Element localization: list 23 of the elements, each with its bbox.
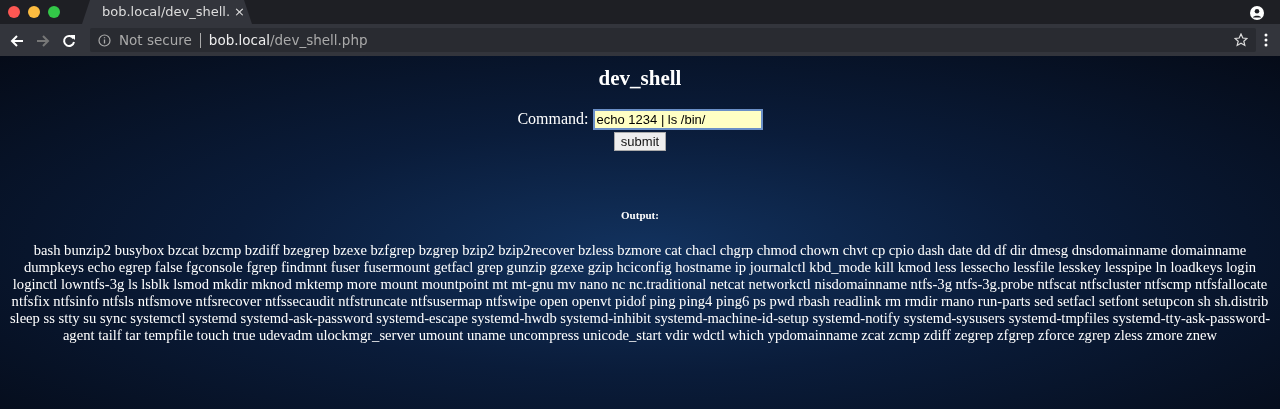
close-window-button[interactable] <box>8 6 20 18</box>
maximize-window-button[interactable] <box>48 6 60 18</box>
close-tab-button[interactable]: × <box>234 2 245 22</box>
page-title: dev_shell <box>598 66 682 90</box>
browser-tab[interactable]: bob.local/dev_shell. × <box>82 0 252 24</box>
menu-icon[interactable] <box>1264 33 1268 47</box>
reload-icon[interactable] <box>62 33 76 48</box>
command-input-field[interactable]: echo 1234 | ls /bin/ <box>592 108 763 130</box>
security-label: Not secure <box>119 30 192 50</box>
bookmark-star-icon[interactable] <box>1234 33 1248 47</box>
minimize-window-button[interactable] <box>28 6 40 18</box>
info-icon <box>98 33 111 47</box>
back-arrow-icon[interactable] <box>10 33 24 48</box>
tab-title: bob.local/dev_shell. <box>102 3 231 22</box>
submit-button[interactable]: submit <box>613 132 667 152</box>
command-label: Command: <box>517 109 589 130</box>
address-bar[interactable]: Not secure bob.local/dev_shell.php <box>90 28 1256 52</box>
command-output: bash bunzip2 busybox bzcat bzcmp bzdiff bzegrep bzexe bzfgrep bzgrep bzip2 bzip2recover bzless bzmore cat chacl chgrp chmod chown chvt cp cpio dash date dd df dir dmesg dnsdomainname domainname dumpkeys echo egrep false fgconsole fgrep findmnt fuser fusermount getfacl grep gunzip gzexe gzip hciconfig hostname ip journalctl kbd_mode kill kmod less lessecho lessfile lesskey lesspipe ln loadkeys login loginctl lowntfs-3g ls lsblk lsmod mkdir mknod mktemp more mount mountpoint mt mt-gnu mv nano nc nc.traditional netcat networkctl nisdomainname ntfs-3g ntfs-3g.probe ntfscat ntfscluster ntfscmp ntfsfallocate ntfsfix ntfsinfo ntfsls ntfsmove ntfsrecover ntfssecaudit ntfstruncate ntfsusermap ntfswipe open openvt pidof ping ping4 ping6 ps pwd rbash readlink rm rmdir rnano run-parts sed setfacl setfont setupcon sh sh.distrib sleep ss stty su sync systemctl systemd systemd-ask-password systemd-escape systemd-hwdb systemd-inhibit systemd-machine-id-setup systemd-notify systemd-sysusers systemd-tmpfiles systemd-tty-ask-password-agent tailf tar tempfile touch true udevadm ulockmgr_server umount uname uncompress unicode_start vdir wdctl which ypdomainname zcat zcmp zdiff zegrep zfgrep zforce zgrep zless zmore znew <box>8 241 1272 344</box>
forward-arrow-icon[interactable] <box>36 33 50 48</box>
profile-icon[interactable] <box>1250 5 1264 20</box>
output-heading: Output: <box>621 209 659 222</box>
url-host: bob.local <box>208 30 270 50</box>
url-path: /dev_shell.php <box>270 30 368 50</box>
